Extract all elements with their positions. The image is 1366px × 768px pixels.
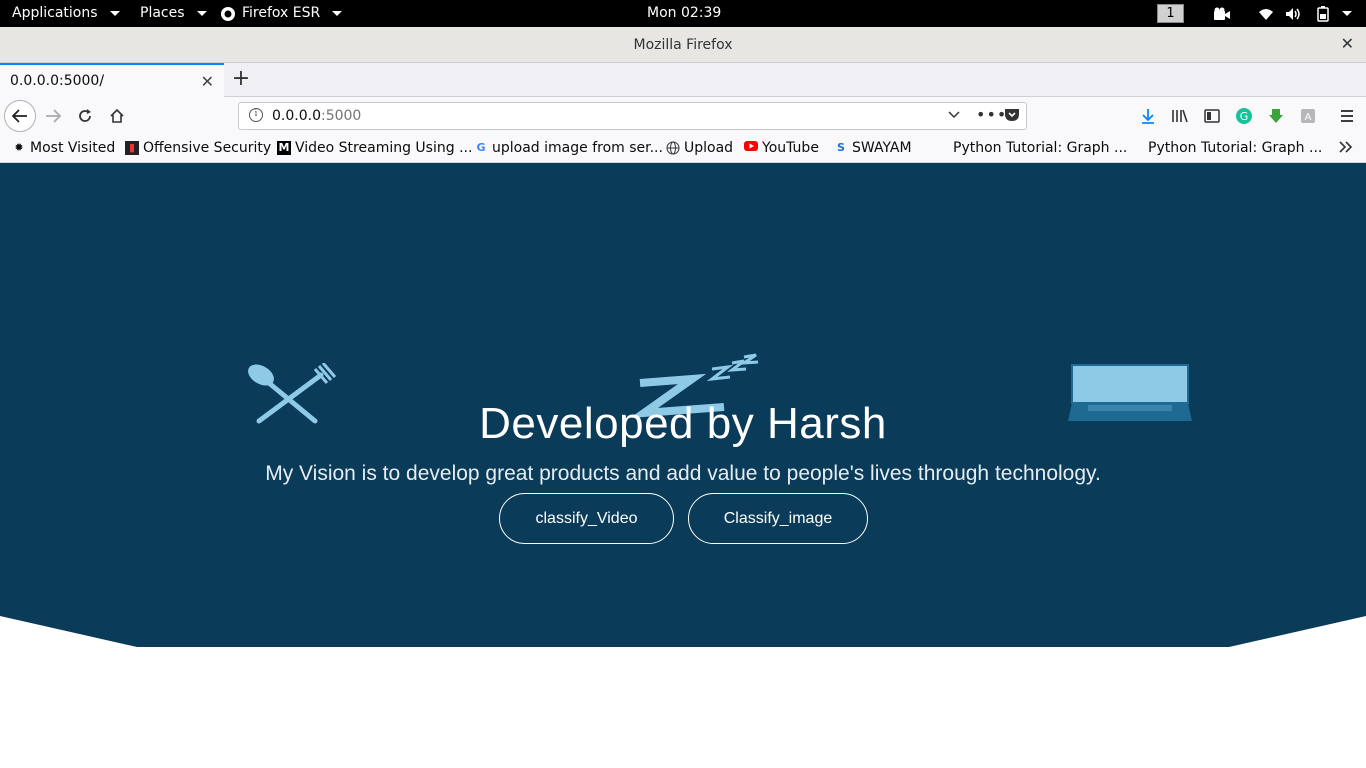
navigation-toolbar: i 0.0.0.0:5000 ••• G A: [0, 97, 1366, 135]
bookmark-youtube[interactable]: YouTube: [744, 140, 819, 156]
sidebar-button[interactable]: [1197, 101, 1227, 131]
double-chevron-right-icon: [1339, 141, 1353, 153]
app-menu[interactable]: Firefox ESR: [220, 0, 343, 27]
bookmark-video-streaming[interactable]: M Video Streaming Using ...: [277, 140, 472, 156]
sidebar-icon: [1204, 109, 1220, 123]
tab-strip: 0.0.0.0:5000/ ✕ +: [0, 63, 1366, 97]
reload-button[interactable]: [70, 101, 100, 131]
forward-button[interactable]: [38, 101, 68, 131]
downloads-button[interactable]: [1133, 101, 1163, 131]
bookmarks-overflow-chevron[interactable]: [1338, 140, 1354, 154]
close-tab-icon[interactable]: ✕: [201, 72, 214, 91]
hero-subtitle: My Vision is to develop great products a…: [265, 462, 1101, 485]
hamburger-icon: [1341, 110, 1353, 122]
battery-icon: [1317, 5, 1329, 22]
library-icon: [1172, 109, 1188, 123]
library-button[interactable]: [1165, 101, 1195, 131]
home-icon: [110, 108, 124, 123]
swayam-icon: S: [837, 141, 845, 154]
bookmark-label: SWAYAM: [852, 140, 912, 156]
bookmark-most-visited[interactable]: ✹ Most Visited: [12, 140, 115, 156]
bookmark-python-tutorial-2[interactable]: Python Tutorial: Graph ...: [1148, 140, 1322, 156]
bookmark-label: Video Streaming Using ...: [295, 140, 473, 156]
bookmark-offensive-security[interactable]: ▮ Offensive Security: [125, 140, 271, 156]
wifi-icon[interactable]: [1258, 0, 1274, 27]
url-host: 0.0.0.0: [272, 108, 321, 124]
firefox-icon: [221, 6, 235, 21]
hero-title: Developed by Harsh: [479, 399, 887, 448]
bookmark-label: Upload: [684, 140, 734, 156]
home-button[interactable]: [102, 101, 132, 131]
grammarly-extension[interactable]: G: [1229, 101, 1259, 131]
bookmark-label: Offensive Security: [143, 140, 272, 156]
chevron-down-icon: [196, 11, 207, 16]
globe-icon: [666, 141, 680, 155]
bookmark-label: Most Visited: [30, 140, 116, 156]
gear-icon: ✹: [14, 141, 24, 154]
arrow-right-icon: [46, 109, 61, 123]
classify-image-button[interactable]: Classify_image: [688, 493, 868, 544]
reload-icon: [79, 109, 91, 122]
offsec-icon: ▮: [125, 141, 139, 155]
places-label: Places: [140, 5, 185, 21]
youtube-icon: [744, 141, 758, 155]
system-top-bar: Applications Places Firefox ESR Mon 02:3…: [0, 0, 1366, 27]
window-title-bar: Mozilla Firefox ✕: [0, 27, 1366, 63]
svg-text:G: G: [1240, 110, 1249, 123]
volume-icon[interactable]: [1285, 0, 1302, 27]
menu-button[interactable]: [1332, 101, 1362, 131]
tab-title: 0.0.0.0:5000/: [10, 73, 105, 89]
download-arrow-icon: [1269, 109, 1283, 123]
svg-text:A: A: [1305, 112, 1312, 123]
url-bar[interactable]: i 0.0.0.0:5000 •••: [238, 102, 1027, 130]
pocket-icon[interactable]: [1004, 107, 1020, 127]
download-icon: [1142, 109, 1154, 124]
applications-menu[interactable]: Applications: [12, 0, 120, 27]
bookmark-swayam[interactable]: S SWAYAM: [834, 140, 912, 156]
info-icon[interactable]: i: [249, 108, 263, 122]
app-menu-label: Firefox ESR: [242, 5, 321, 21]
clock[interactable]: Mon 02:39: [647, 0, 721, 27]
close-window-button[interactable]: ✕: [1341, 35, 1354, 53]
chevron-down-icon: [332, 11, 343, 16]
clock-label: Mon 02:39: [647, 5, 722, 21]
bookmark-label: Python Tutorial: Graph ...: [1148, 140, 1323, 156]
camera-icon[interactable]: [1213, 0, 1231, 27]
translate-extension[interactable]: A: [1293, 101, 1323, 131]
medium-icon: M: [277, 141, 291, 155]
chevron-down-icon[interactable]: [948, 107, 960, 125]
hero-section: Developed by Harsh My Vision is to devel…: [0, 163, 1366, 647]
bookmarks-toolbar: ✹ Most Visited ▮ Offensive Security M Video…: [0, 135, 1366, 163]
download-helper-extension[interactable]: [1261, 101, 1291, 131]
bookmark-python-tutorial-1[interactable]: Python Tutorial: Graph ...: [953, 140, 1127, 156]
applications-label: Applications: [12, 5, 98, 21]
url-port: :5000: [320, 108, 362, 124]
classify-video-button[interactable]: classify_Video: [499, 493, 674, 544]
page-actions-icon[interactable]: •••: [976, 105, 1007, 124]
arrow-left-icon: [12, 109, 27, 123]
google-icon: G: [476, 141, 486, 154]
translate-icon: A: [1301, 109, 1315, 123]
system-menu[interactable]: [1316, 0, 1352, 27]
back-button[interactable]: [4, 100, 36, 132]
new-tab-button[interactable]: +: [230, 67, 252, 93]
grammarly-icon: G: [1236, 108, 1252, 124]
chevron-down-icon: [1342, 11, 1352, 16]
bookmark-label: upload image from ser...: [492, 140, 663, 156]
bookmark-label: Python Tutorial: Graph ...: [953, 140, 1128, 156]
bookmark-upload[interactable]: Upload: [666, 140, 733, 156]
places-menu[interactable]: Places: [140, 0, 207, 27]
url-text: 0.0.0.0:5000: [272, 108, 361, 124]
window-title: Mozilla Firefox: [633, 37, 733, 53]
workspace-indicator[interactable]: 1: [1157, 4, 1184, 23]
bookmark-upload-image[interactable]: Gupload image from ser...: [474, 140, 663, 156]
page-body-below-hero: [0, 647, 1366, 768]
chevron-down-icon: [109, 11, 120, 16]
bookmark-label: YouTube: [762, 140, 819, 156]
tab-active[interactable]: 0.0.0.0:5000/ ✕: [0, 63, 224, 97]
